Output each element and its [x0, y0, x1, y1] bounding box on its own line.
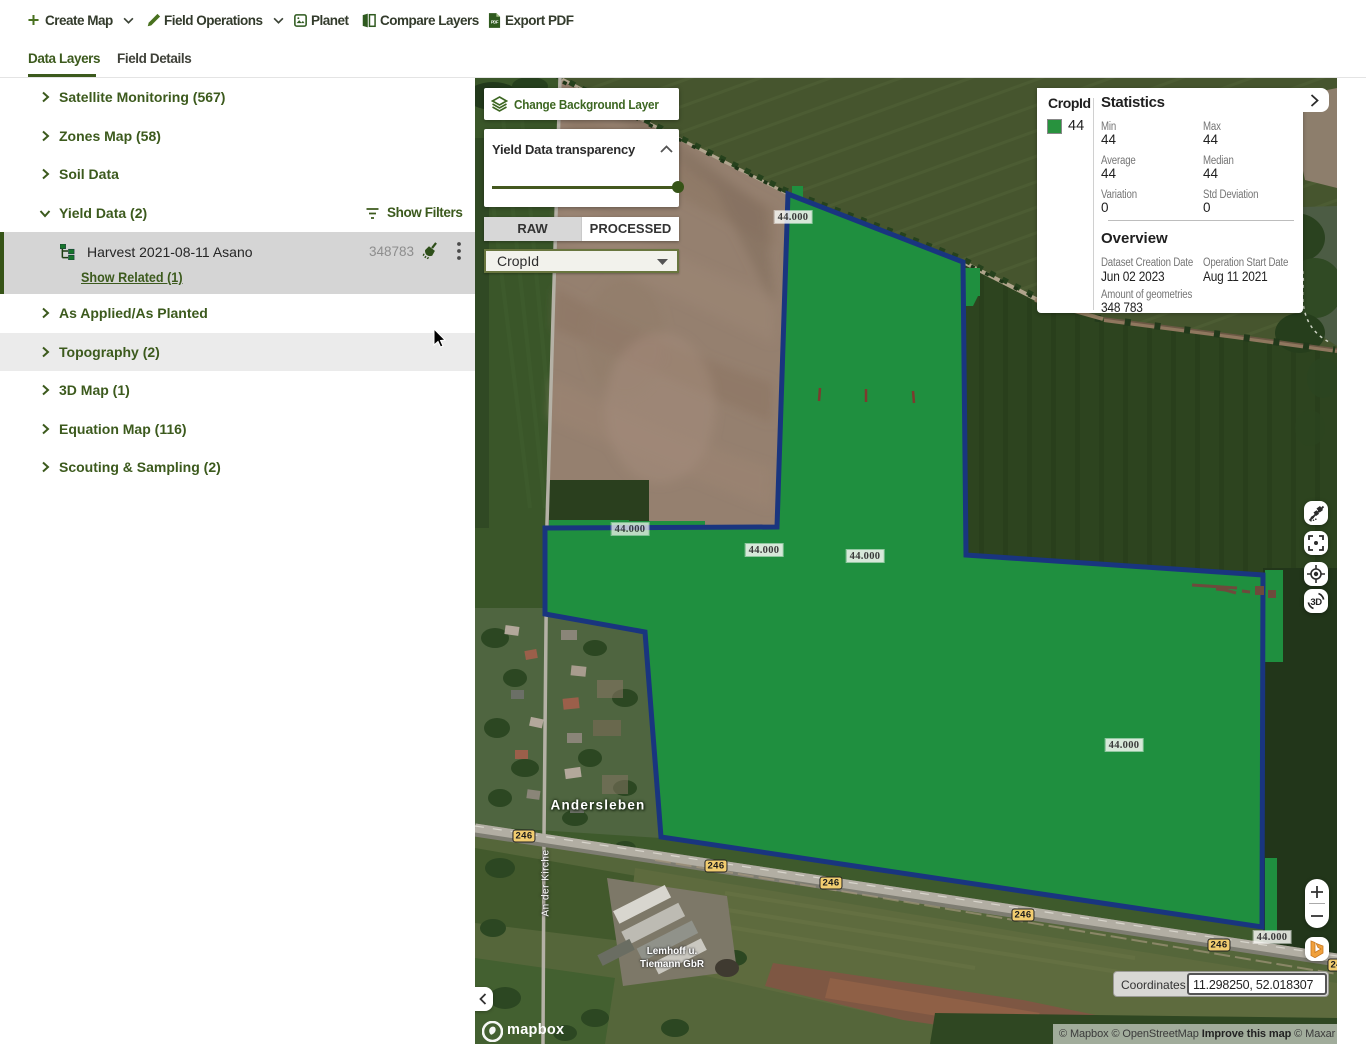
svg-text:PDF: PDF: [491, 19, 499, 24]
svg-text:3D: 3D: [1310, 597, 1322, 608]
